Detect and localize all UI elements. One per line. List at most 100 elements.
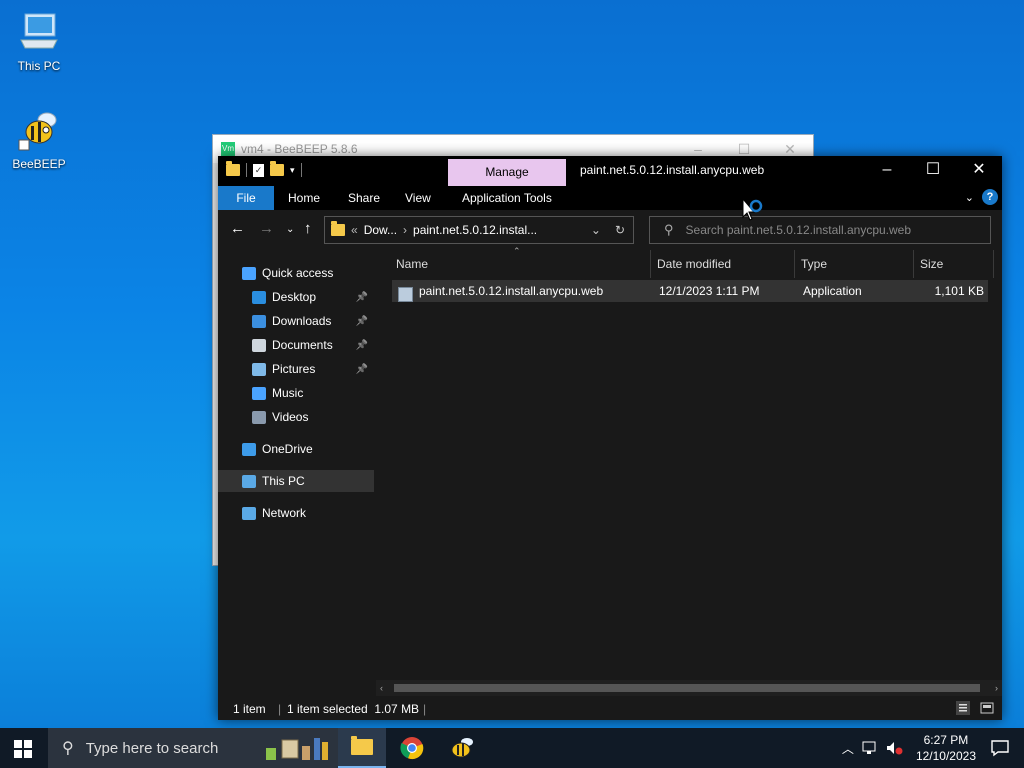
quick-access-icon <box>242 266 256 280</box>
tab-manage[interactable]: Manage <box>448 159 566 186</box>
desktop-icon-this-pc[interactable]: This PC <box>4 10 74 73</box>
sidebar-item-label: Network <box>262 506 307 520</box>
pin-icon[interactable]: 📌 <box>356 340 368 351</box>
network-icon[interactable] <box>862 741 880 755</box>
taskbar-file-explorer[interactable] <box>338 728 386 768</box>
sidebar-item-quick-access[interactable]: Quick access <box>218 262 374 284</box>
desktop-icon-label: BeeBEEP <box>12 157 66 171</box>
taskbar-search-placeholder: Type here to search <box>85 739 219 757</box>
sidebar-item-network[interactable]: Network <box>218 502 374 524</box>
bee-icon <box>18 112 57 151</box>
minimize-icon[interactable]: – <box>675 141 721 158</box>
desktop-icon-beebeep[interactable]: BeeBEEP <box>4 108 74 171</box>
search-icon: ⚲ <box>62 740 74 757</box>
address-bar[interactable]: « Dow... › paint.net.5.0.12.instal... ⌄ … <box>324 216 634 244</box>
pin-icon[interactable]: 📌 <box>356 364 368 375</box>
column-header-type[interactable]: Type <box>795 250 914 278</box>
minimize-button[interactable]: – <box>864 156 910 186</box>
refresh-icon[interactable]: ↻ <box>615 223 625 237</box>
desktop-icon-label: This PC <box>17 59 61 73</box>
sidebar-item-label: Downloads <box>272 314 332 328</box>
forward-arrow-icon[interactable]: → <box>259 220 274 237</box>
breadcrumb-current[interactable]: paint.net.5.0.12.instal... <box>413 223 537 237</box>
up-arrow-icon[interactable]: ↑ <box>304 220 312 237</box>
new-folder-icon[interactable] <box>270 161 284 176</box>
downloads-icon <box>252 314 266 328</box>
breadcrumb-downloads[interactable]: Dow... <box>364 223 397 237</box>
network-icon <box>242 506 256 520</box>
pin-icon[interactable]: 📌 <box>356 292 368 303</box>
details-view-icon[interactable] <box>956 701 970 715</box>
sidebar-item-downloads[interactable]: Downloads 📌 <box>218 310 374 332</box>
column-header-name[interactable]: Name <box>390 250 651 278</box>
maximize-icon[interactable]: ☐ <box>721 141 767 158</box>
customize-dropdown-icon[interactable]: ▾ <box>290 165 295 176</box>
search-icon: ⚲ <box>664 222 674 237</box>
scrollbar-thumb[interactable] <box>394 684 980 692</box>
chrome-icon <box>400 737 424 760</box>
application-icon <box>398 287 413 302</box>
chevron-right-icon: › <box>403 223 408 237</box>
chevron-down-icon[interactable]: ⌄ <box>591 223 601 237</box>
maximize-button[interactable]: ☐ <box>910 156 956 186</box>
taskbar-chrome[interactable] <box>388 728 436 768</box>
tab-home[interactable]: Home <box>288 186 320 210</box>
taskbar-beebeep[interactable] <box>438 728 486 768</box>
windows-start-icon[interactable] <box>14 740 32 758</box>
file-type: Application <box>803 284 862 298</box>
tab-file[interactable]: File <box>218 186 274 210</box>
sidebar-item-documents[interactable]: Documents 📌 <box>218 334 374 356</box>
recent-locations-icon[interactable]: ⌄ <box>286 224 294 235</box>
table-row[interactable]: paint.net.5.0.12.install.anycpu.web 12/1… <box>392 280 988 302</box>
clock[interactable]: 6:27 PM 12/10/2023 <box>916 732 976 764</box>
tab-application-tools[interactable]: Application Tools <box>462 186 552 210</box>
pin-icon[interactable]: 📌 <box>356 316 368 327</box>
taskbar-search-box[interactable]: ⚲ Type here to search <box>48 728 344 768</box>
clock-date: 12/10/2023 <box>915 749 976 763</box>
folder-icon <box>226 161 240 176</box>
show-hidden-icons-icon[interactable]: ︿ <box>842 740 854 757</box>
sidebar-item-onedrive[interactable]: OneDrive <box>218 438 374 460</box>
back-arrow-icon[interactable]: ← <box>230 220 245 237</box>
explorer-titlebar[interactable]: ✓ ▾ Manage paint.net.5.0.12.install.anyc… <box>218 156 1002 186</box>
properties-icon[interactable]: ✓ <box>253 163 264 177</box>
status-item-count: 1 item <box>233 702 266 716</box>
file-name: paint.net.5.0.12.install.anycpu.web <box>419 284 604 298</box>
close-button[interactable]: ✕ <box>956 156 1002 186</box>
column-header-date-modified[interactable]: Date modified <box>651 250 795 278</box>
sidebar-item-videos[interactable]: Videos <box>218 406 374 428</box>
divider: | <box>278 702 282 716</box>
scroll-left-icon[interactable]: ‹ <box>380 680 383 696</box>
volume-muted-icon[interactable] <box>886 741 904 755</box>
search-input[interactable]: ⚲ Search paint.net.5.0.12.install.anycpu… <box>649 216 991 244</box>
search-placeholder: Search paint.net.5.0.12.install.anycpu.w… <box>685 223 912 237</box>
sidebar-item-music[interactable]: Music <box>218 382 374 404</box>
tab-share[interactable]: Share <box>348 186 380 210</box>
sidebar-item-pictures[interactable]: Pictures 📌 <box>218 358 374 380</box>
pictures-icon <box>252 362 266 376</box>
vm-badge-icon: Vm <box>221 142 235 156</box>
sidebar-item-this-pc[interactable]: This PC <box>218 470 374 492</box>
sidebar-item-label: Videos <box>272 410 309 424</box>
search-highlight-icon <box>266 738 328 760</box>
column-header-size[interactable]: Size <box>914 250 994 278</box>
scroll-right-icon[interactable]: › <box>995 680 998 696</box>
file-explorer-window[interactable]: ✓ ▾ Manage paint.net.5.0.12.install.anyc… <box>218 156 1002 720</box>
horizontal-scrollbar[interactable]: ‹ › <box>376 680 1002 696</box>
help-icon[interactable]: ? <box>982 189 998 205</box>
onedrive-icon <box>242 442 256 456</box>
busy-cursor-icon <box>742 198 763 221</box>
tab-view[interactable]: View <box>405 186 431 210</box>
sidebar-item-desktop[interactable]: Desktop 📌 <box>218 286 374 308</box>
taskbar: ⚲ Type here to search ︿ 6:27 PM 12/10/20… <box>0 728 1024 768</box>
sidebar-item-label: Quick access <box>262 266 334 280</box>
sidebar-item-label: Desktop <box>272 290 317 304</box>
bee-icon <box>451 738 473 758</box>
large-icons-view-icon[interactable] <box>980 701 994 715</box>
ribbon-expand-icon[interactable]: ⌄ <box>965 191 974 204</box>
close-icon[interactable]: ✕ <box>767 141 813 158</box>
ribbon: File Home Share View Application Tools ⌄… <box>218 186 1002 210</box>
notifications-icon[interactable] <box>990 739 1010 757</box>
quick-access-toolbar: ✓ ▾ <box>226 161 302 177</box>
breadcrumb-overflow[interactable]: « <box>351 223 358 237</box>
